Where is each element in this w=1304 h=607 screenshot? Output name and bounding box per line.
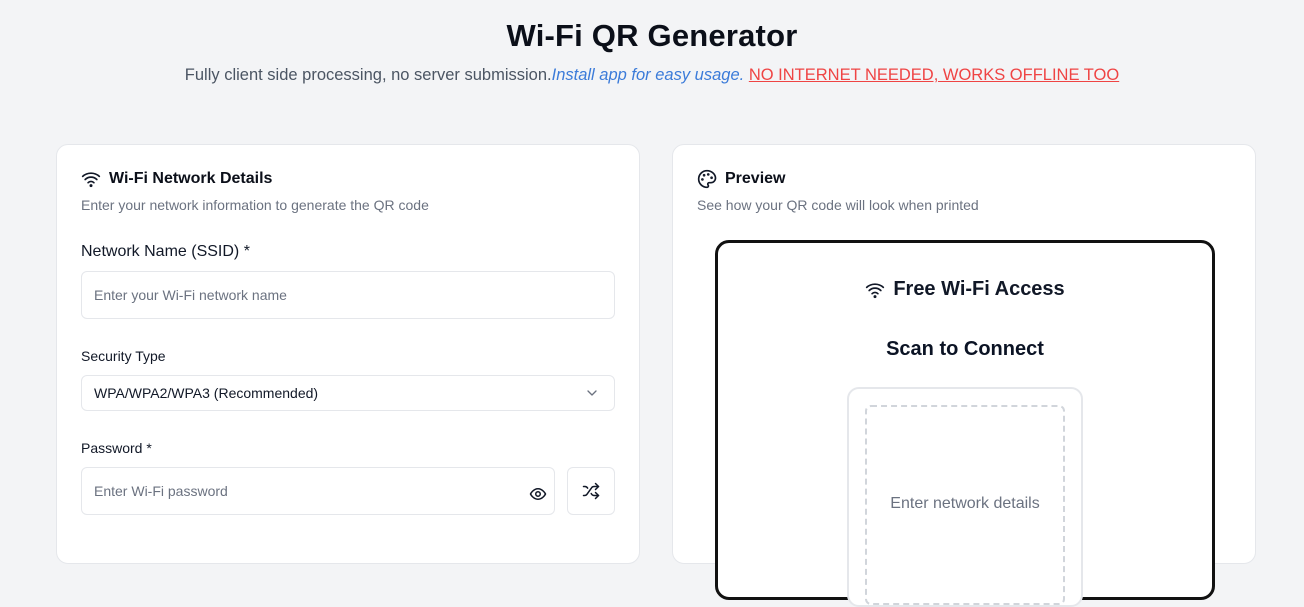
wifi-details-card: Wi-Fi Network Details Enter your network… [56, 144, 640, 564]
preview-title: Preview [725, 170, 786, 187]
print-preview-frame: Free Wi-Fi Access Scan to Connect Enter … [715, 240, 1215, 607]
security-type-value: WPA/WPA2/WPA3 (Recommended) [94, 385, 319, 401]
page-subtitle: Fully client side processing, no server … [0, 66, 1304, 85]
generate-password-button[interactable] [567, 467, 615, 515]
preview-card: Preview See how your QR code will look w… [672, 144, 1256, 607]
palette-icon [697, 169, 717, 189]
password-input[interactable] [81, 467, 555, 515]
qr-placeholder-area: Enter network details [865, 405, 1065, 605]
offline-note-link[interactable]: NO INTERNET NEEDED, WORKS OFFLINE TOO [749, 66, 1119, 84]
chevron-down-icon [582, 383, 602, 403]
print-title: Free Wi-Fi Access [718, 278, 1212, 301]
qr-code-box: Enter network details [847, 387, 1083, 607]
wifi-icon [81, 169, 101, 189]
print-subtitle: Scan to Connect [886, 338, 1044, 360]
password-label: Password * [81, 440, 152, 456]
security-type-label: Security Type [81, 348, 166, 364]
install-app-link[interactable]: Install app for easy usage. [552, 66, 745, 84]
preview-description: See how your QR code will look when prin… [697, 197, 979, 213]
ssid-label: Network Name (SSID) * [81, 243, 250, 260]
security-type-select[interactable]: WPA/WPA2/WPA3 (Recommended) [81, 375, 615, 411]
ssid-input[interactable] [81, 271, 615, 319]
eye-icon[interactable] [527, 483, 549, 505]
wifi-details-header: Wi-Fi Network Details [81, 169, 272, 189]
qr-placeholder-text: Enter network details [890, 495, 1040, 512]
subtitle-text: Fully client side processing, no server … [184, 66, 552, 84]
wifi-icon [865, 280, 885, 300]
shuffle-icon [581, 481, 601, 501]
wifi-details-title: Wi-Fi Network Details [109, 170, 273, 187]
preview-header: Preview [697, 169, 785, 189]
print-title-text: Free Wi-Fi Access [893, 278, 1065, 300]
wifi-details-description: Enter your network information to genera… [81, 197, 429, 213]
page-title: Wi-Fi QR Generator [506, 18, 798, 53]
